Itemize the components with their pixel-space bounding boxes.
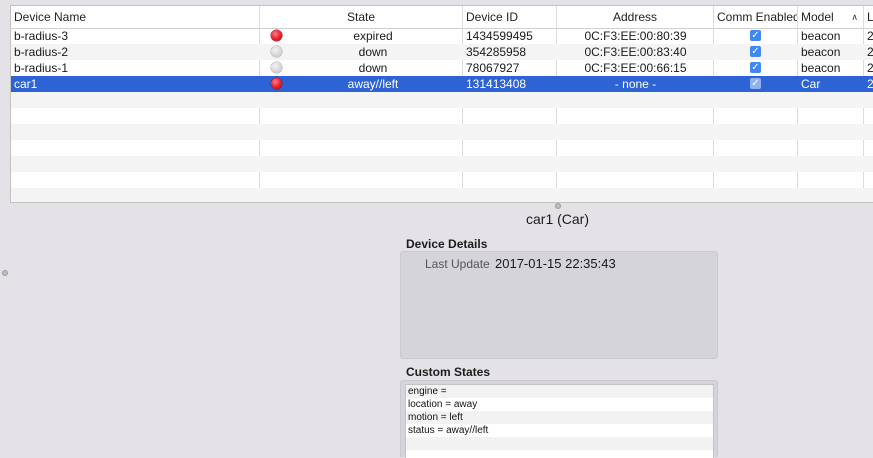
state-cell: down [358,61,388,75]
device-name-cell: car1 [14,77,38,91]
empty-row [11,156,873,172]
last-update-label: Last Update [425,257,490,271]
empty-row [11,124,873,140]
address-cell: 0C:F3:EE:00:80:39 [584,29,687,43]
column-header-state[interactable]: State [260,6,463,28]
address-cell: - none - [614,77,657,91]
column-header-last[interactable]: La [864,6,873,28]
state-cell: down [358,45,388,59]
device-id-cell: 131413408 [466,77,527,91]
device-details-box: Last Update 2017-01-15 22:35:43 [400,251,718,359]
list-item[interactable]: status = away//left [406,424,713,437]
split-view-handle[interactable] [2,270,8,276]
table-row[interactable]: b-radius-3 expired 1434599495 0C:F3:EE:0… [11,28,873,44]
comm-enabled-checkbox[interactable]: ✓ [750,46,761,57]
device-details-heading: Device Details [406,237,488,251]
comm-enabled-checkbox[interactable]: ✓ [750,30,761,41]
empty-list-item [406,437,713,450]
list-item[interactable]: location = away [406,398,713,411]
last-cell: 2 [864,76,873,92]
model-cell: beacon [801,29,841,43]
comm-enabled-checkbox[interactable]: ✓ [750,78,761,89]
last-update-value: 2017-01-15 22:35:43 [495,256,616,271]
column-header-address[interactable]: Address [557,6,714,28]
device-table[interactable]: Device Name State Device ID Address Comm… [10,5,873,203]
device-id-cell: 78067927 [466,61,520,75]
status-gray-icon [271,46,282,57]
last-cell: 2 [864,44,873,60]
last-cell: 2 [864,60,873,76]
custom-states-heading: Custom States [406,365,491,379]
table-row[interactable]: b-radius-1 down 78067927 0C:F3:EE:00:66:… [11,60,873,76]
state-cell: expired [353,29,393,43]
list-item[interactable]: engine = [406,385,713,398]
device-name-cell: b-radius-1 [14,61,69,75]
table-header: Device Name State Device ID Address Comm… [11,6,873,29]
address-cell: 0C:F3:EE:00:83:40 [584,45,687,59]
model-cell: beacon [801,45,841,59]
status-red-icon [271,30,282,41]
status-red-icon [271,78,282,89]
last-cell: 2 [864,28,873,44]
status-gray-icon [271,62,282,73]
table-row-selected[interactable]: car1 away//left 131413408 - none - ✓ Car… [11,76,873,92]
model-cell: beacon [801,61,841,75]
table-row[interactable]: b-radius-2 down 354285958 0C:F3:EE:00:83… [11,44,873,60]
column-header-model[interactable]: Model ∧ [798,6,864,28]
comm-enabled-checkbox[interactable]: ✓ [750,62,761,73]
chevron-up-icon: ∧ [851,12,858,22]
column-header-device-name[interactable]: Device Name [11,6,260,28]
state-cell: away//left [347,77,399,91]
device-id-cell: 1434599495 [466,29,533,43]
custom-states-list[interactable]: engine = location = away motion = left s… [405,384,714,458]
address-cell: 0C:F3:EE:00:66:15 [584,61,687,75]
detail-title: car1 (Car) [526,211,590,227]
empty-row [11,188,873,202]
model-cell: Car [801,77,821,91]
device-name-cell: b-radius-2 [14,45,69,59]
empty-row [11,92,873,108]
split-view-handle[interactable] [555,203,561,209]
column-header-device-id[interactable]: Device ID [463,6,557,28]
column-header-comm-enabled[interactable]: Comm Enabled [714,6,798,28]
device-name-cell: b-radius-3 [14,29,69,43]
device-id-cell: 354285958 [466,45,527,59]
list-item[interactable]: motion = left [406,411,713,424]
column-header-model-label: Model [801,10,834,24]
custom-states-box: engine = location = away motion = left s… [400,380,718,458]
